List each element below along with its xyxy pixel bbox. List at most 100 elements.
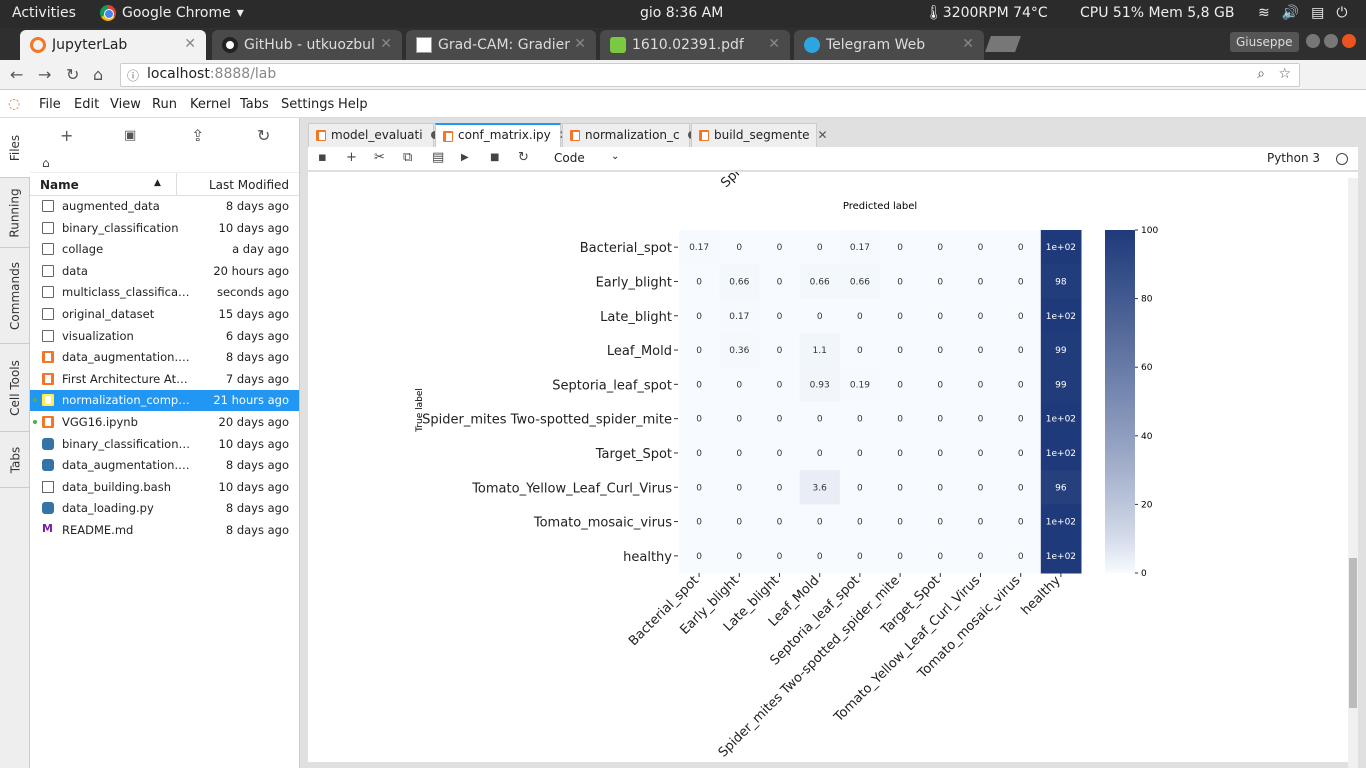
notebook-tab-build-segmented[interactable]: build_segmente ✕ — [691, 123, 828, 147]
refresh-icon[interactable]: ↻ — [257, 126, 270, 145]
fan-indicator[interactable]: 🌡3200RPM 74°C — [925, 5, 1048, 21]
file-row[interactable]: M README.md 8 days ago — [30, 520, 299, 541]
minimize-button[interactable] — [1306, 34, 1320, 48]
cell-value-label: 0 — [1018, 552, 1024, 562]
info-icon[interactable]: ⓘ — [127, 67, 139, 84]
new-tab-button[interactable] — [985, 36, 1021, 52]
scrollbar-thumb[interactable] — [1349, 558, 1357, 708]
tab-commands[interactable]: Commands — [0, 248, 30, 344]
file-modified: 15 days ago — [218, 307, 289, 321]
file-row[interactable]: First Architecture Attempt.ipynb 7 days a… — [30, 369, 299, 390]
maximize-button[interactable] — [1324, 34, 1338, 48]
menu-file[interactable]: File — [39, 97, 61, 112]
browser-tab-github[interactable]: GitHub - utkuozbul ✕ — [212, 30, 402, 60]
cell-type-select[interactable]: Code — [554, 151, 585, 165]
file-row[interactable]: visualization 6 days ago — [30, 326, 299, 347]
file-row[interactable]: collage a day ago — [30, 239, 299, 260]
sort-ascending-icon[interactable]: ▲ — [154, 178, 161, 188]
cell-value-label: 0 — [978, 243, 984, 253]
notebook-tab-normalization[interactable]: normalization_c — [562, 123, 696, 147]
cell-value-label: 1e+02 — [1046, 312, 1076, 322]
power-icon[interactable]: ⏻ — [1336, 5, 1347, 21]
browser-tab-pdf[interactable]: 1610.02391.pdf ✕ — [600, 30, 790, 60]
cell-value-label: 0 — [978, 483, 984, 493]
close-tab-icon[interactable]: ✕ — [184, 36, 196, 52]
file-row[interactable]: binary_classification_data.py 10 days ago — [30, 434, 299, 455]
close-tab-icon[interactable]: ✕ — [962, 36, 974, 52]
menu-help[interactable]: Help — [338, 97, 368, 112]
file-row[interactable]: data_augmentation.ipynb 8 days ago — [30, 347, 299, 368]
browser-tab-gradcam[interactable]: Grad-CAM: Gradient ✕ — [406, 30, 596, 60]
close-icon[interactable]: ✕ — [818, 128, 828, 142]
cell-value-label: 0 — [1018, 277, 1024, 287]
clock[interactable]: gio 8:36 AM — [640, 5, 723, 21]
menu-view[interactable]: View — [110, 97, 141, 112]
chevron-down-icon[interactable]: ⌄ — [611, 151, 619, 162]
tab-cell-tools[interactable]: Cell Tools — [0, 344, 30, 432]
close-tab-icon[interactable]: ✕ — [574, 36, 586, 52]
copy-icon[interactable]: ⧉ — [403, 150, 412, 165]
tab-tabs[interactable]: Tabs — [0, 432, 30, 488]
url-bar[interactable]: ⓘ localhost:8888/lab ⌕ ☆ — [120, 63, 1300, 87]
file-row[interactable]: VGG16.ipynb 20 days ago — [30, 412, 299, 433]
notebook-scrollbar[interactable] — [1348, 178, 1358, 768]
back-icon[interactable]: ← — [10, 65, 23, 84]
tab-files[interactable]: Files — [0, 118, 30, 178]
menu-settings[interactable]: Settings — [281, 97, 334, 112]
cut-icon[interactable]: ✂ — [374, 150, 385, 165]
menu-kernel[interactable]: Kernel — [190, 97, 231, 112]
file-row[interactable]: original_dataset 15 days ago — [30, 304, 299, 325]
notebook-tab-conf-matrix[interactable]: conf_matrix.ipy✕ — [435, 123, 569, 149]
run-icon[interactable]: ▶ — [461, 152, 469, 163]
menu-edit[interactable]: Edit — [74, 97, 99, 112]
volume-icon[interactable]: 🔊 — [1282, 5, 1299, 21]
menu-run[interactable]: Run — [152, 97, 177, 112]
upload-icon[interactable]: ⇪ — [191, 126, 204, 145]
name-column-header[interactable]: Name — [40, 178, 79, 192]
profile-button[interactable]: Giuseppe — [1230, 32, 1299, 52]
system-tray[interactable]: ≋ 🔊 ▤ ⏻ — [1258, 5, 1347, 21]
new-folder-icon[interactable]: ▣ — [124, 128, 136, 143]
file-row[interactable]: data_augmentation.py 8 days ago — [30, 455, 299, 476]
close-tab-icon[interactable]: ✕ — [768, 36, 780, 52]
reload-icon[interactable]: ↻ — [66, 65, 79, 84]
file-row[interactable]: augmented_data 8 days ago — [30, 196, 299, 217]
save-icon[interactable]: ▪ — [318, 150, 327, 165]
forward-icon[interactable]: → — [38, 65, 51, 84]
paste-icon[interactable]: ▤ — [432, 150, 444, 165]
x-axis-title: Predicted label — [843, 201, 917, 212]
browser-tab-jupyterlab[interactable]: JupyterLab ✕ — [20, 30, 206, 60]
menu-tabs[interactable]: Tabs — [240, 97, 269, 112]
wifi-icon[interactable]: ≋ — [1258, 5, 1270, 21]
close-tab-icon[interactable]: ✕ — [380, 36, 392, 52]
kernel-name[interactable]: Python 3 — [1267, 151, 1320, 165]
cpu-indicator[interactable]: CPU 51% Mem 5,8 GB — [1080, 5, 1234, 21]
file-row[interactable]: binary_classification 10 days ago — [30, 218, 299, 239]
file-row[interactable]: data_loading.py 8 days ago — [30, 498, 299, 519]
file-row[interactable]: data_building.bash 10 days ago — [30, 477, 299, 498]
bookmark-star-icon[interactable]: ☆ — [1278, 66, 1291, 82]
app-menu[interactable]: Google Chrome ▾ — [100, 5, 244, 21]
cell-value-label: 0 — [696, 277, 702, 287]
home-icon[interactable]: ⌂ — [93, 65, 103, 84]
activities-button[interactable]: Activities — [12, 5, 76, 21]
file-row[interactable]: normalization_computation.ipynb 21 hours … — [30, 390, 299, 412]
file-row[interactable]: multiclass_classification seconds ago — [30, 282, 299, 303]
cell-value-label: 0 — [937, 243, 943, 253]
tab-running[interactable]: Running — [0, 178, 30, 248]
insert-cell-icon[interactable]: + — [346, 150, 357, 165]
restart-kernel-icon[interactable]: ↻ — [518, 150, 529, 165]
modified-column-header[interactable]: Last Modified — [209, 178, 289, 192]
new-launcher-icon[interactable]: + — [60, 126, 73, 145]
column-divider[interactable] — [176, 173, 177, 196]
browser-tab-telegram[interactable]: Telegram Web ✕ — [794, 30, 984, 60]
folder-icon — [42, 221, 54, 234]
close-window-button[interactable] — [1342, 34, 1356, 48]
notebook-tab-model-evaluation[interactable]: model_evaluati — [308, 123, 439, 147]
home-folder-icon[interactable]: ⌂ — [42, 156, 50, 170]
stop-icon[interactable]: ■ — [490, 152, 499, 163]
cell-value-label: 0 — [897, 552, 903, 562]
file-row[interactable]: data 20 hours ago — [30, 261, 299, 282]
zoom-icon[interactable]: ⌕ — [1257, 66, 1265, 82]
clipboard-icon[interactable]: ▤ — [1311, 5, 1324, 21]
